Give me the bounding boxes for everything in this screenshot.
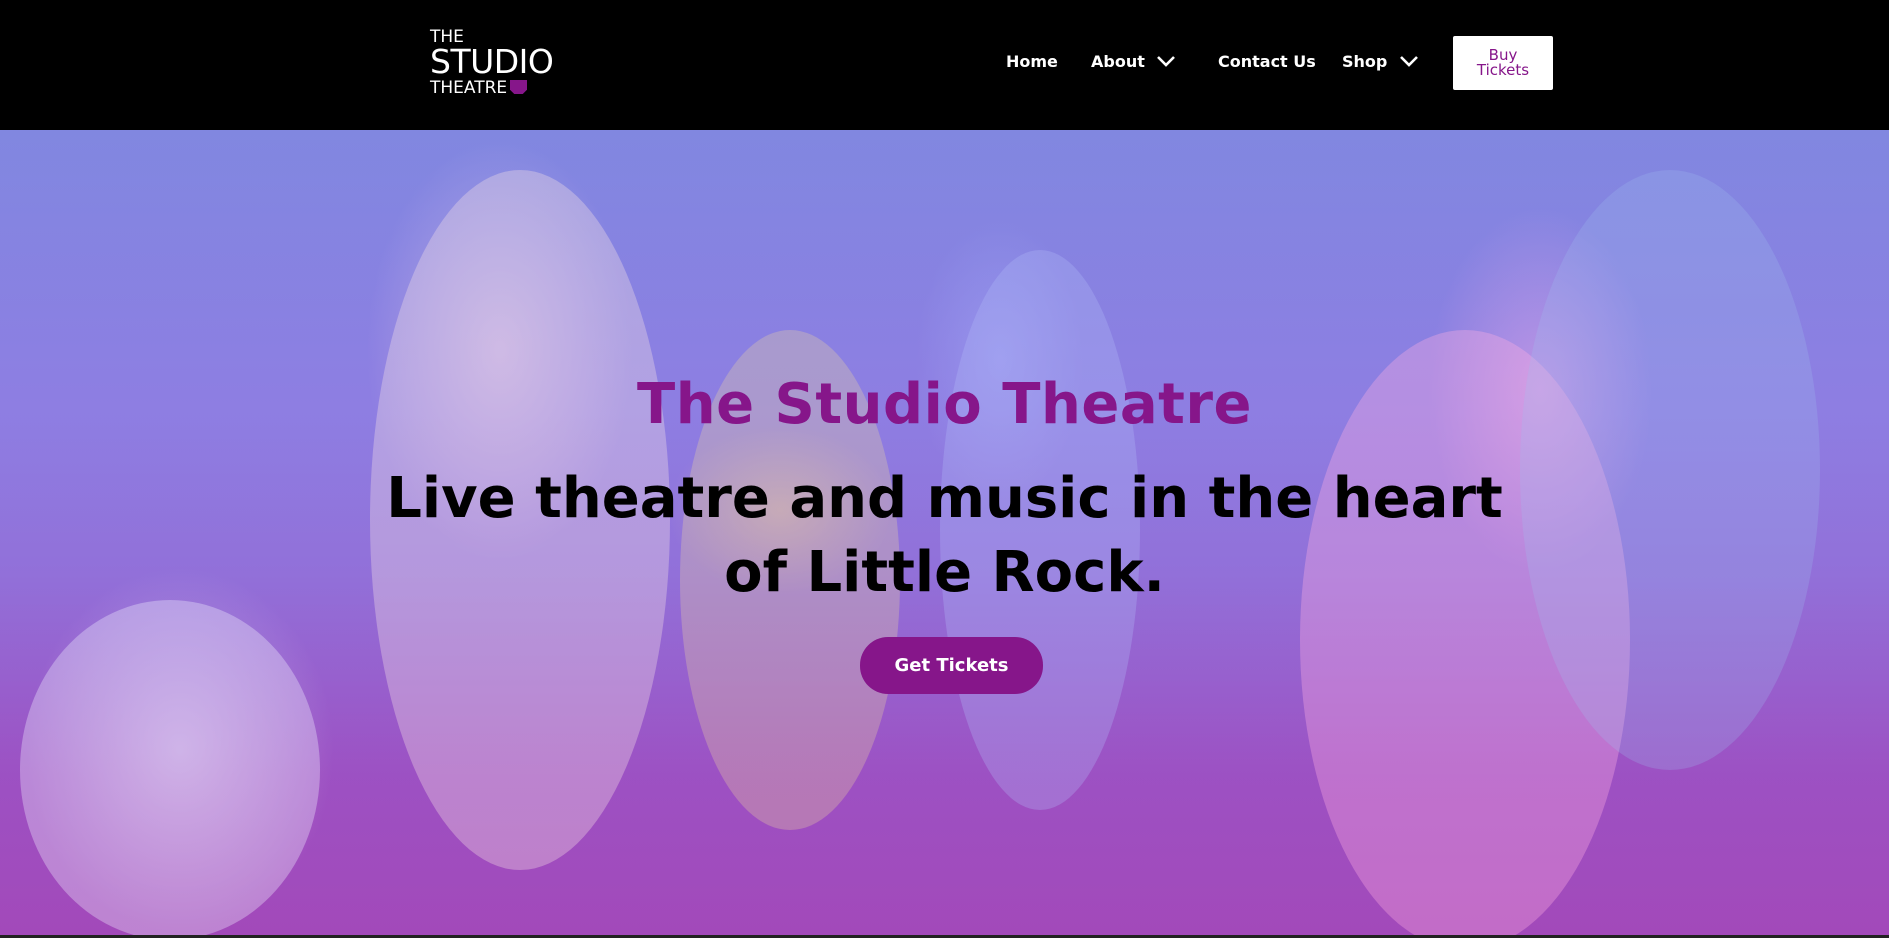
get-tickets-button[interactable]: Get Tickets [860, 637, 1043, 694]
buy-tickets-label: Buy Tickets [1476, 46, 1530, 79]
hero-photo-performer-shape [20, 600, 320, 938]
nav-contact-us[interactable]: Contact Us [1218, 52, 1316, 72]
chevron-down-icon [1400, 55, 1418, 67]
site-header: THE STUDIO THEATRE Home About Contact Us… [0, 0, 1889, 130]
hero-photo-performer-shape [1520, 170, 1820, 770]
nav-about[interactable]: About [1091, 52, 1176, 72]
hero-subtitle: Live theatre and music in the heart of L… [386, 466, 1503, 605]
nav-shop-label: Shop [1342, 52, 1388, 71]
nav-home[interactable]: Home [1006, 52, 1058, 72]
hero-title: The Studio Theatre [637, 372, 1252, 437]
studio-theatre-logo[interactable]: THE STUDIO THEATRE [430, 28, 554, 98]
nav-home-label: Home [1006, 52, 1058, 71]
buy-tickets-button[interactable]: Buy Tickets [1453, 36, 1553, 90]
nav-shop[interactable]: Shop [1342, 52, 1419, 72]
logo-line-3: THEATRE [430, 78, 508, 98]
logo-mark-icon [510, 80, 527, 94]
logo-line-2: STUDIO [430, 42, 554, 81]
nav-about-label: About [1091, 52, 1145, 71]
chevron-down-icon [1157, 55, 1176, 67]
get-tickets-label: Get Tickets [894, 655, 1009, 676]
nav-contact-label: Contact Us [1218, 52, 1316, 71]
